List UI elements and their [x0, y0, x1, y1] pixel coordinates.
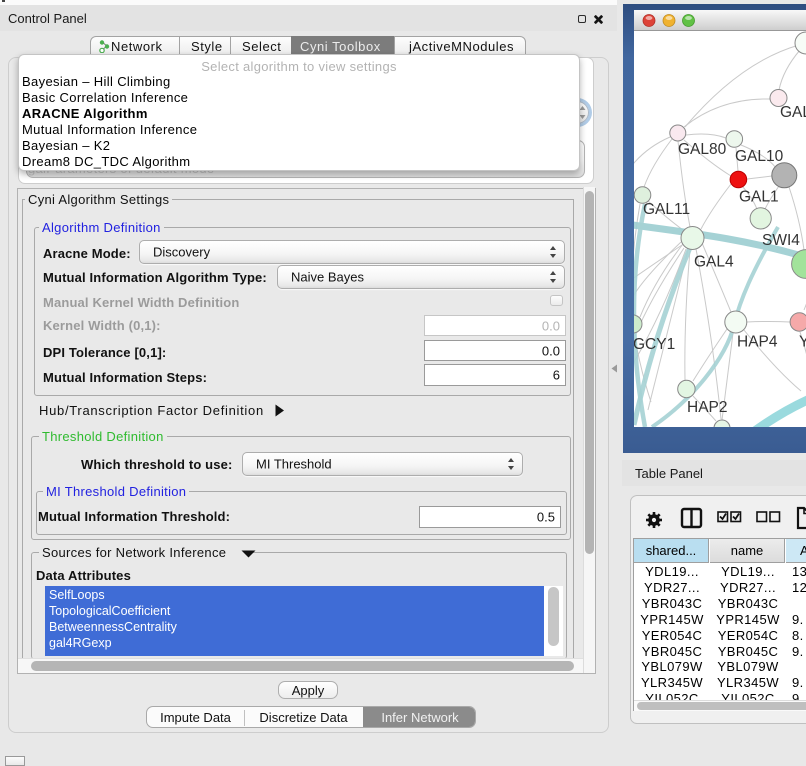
- svg-text:GAL80: GAL80: [678, 141, 727, 158]
- svg-text:GAL7: GAL7: [780, 104, 806, 121]
- svg-text:GAL11: GAL11: [643, 201, 690, 218]
- svg-text:SWI4: SWI4: [762, 232, 800, 249]
- svg-text:GAL4: GAL4: [694, 254, 734, 271]
- svg-text:HAP2: HAP2: [687, 399, 728, 416]
- svg-text:GAL1: GAL1: [739, 189, 779, 206]
- svg-text:GAL10: GAL10: [735, 148, 784, 165]
- svg-text:HAP4: HAP4: [737, 334, 778, 351]
- svg-text:YJ: YJ: [799, 334, 806, 351]
- svg-text:GCY1: GCY1: [634, 336, 675, 353]
